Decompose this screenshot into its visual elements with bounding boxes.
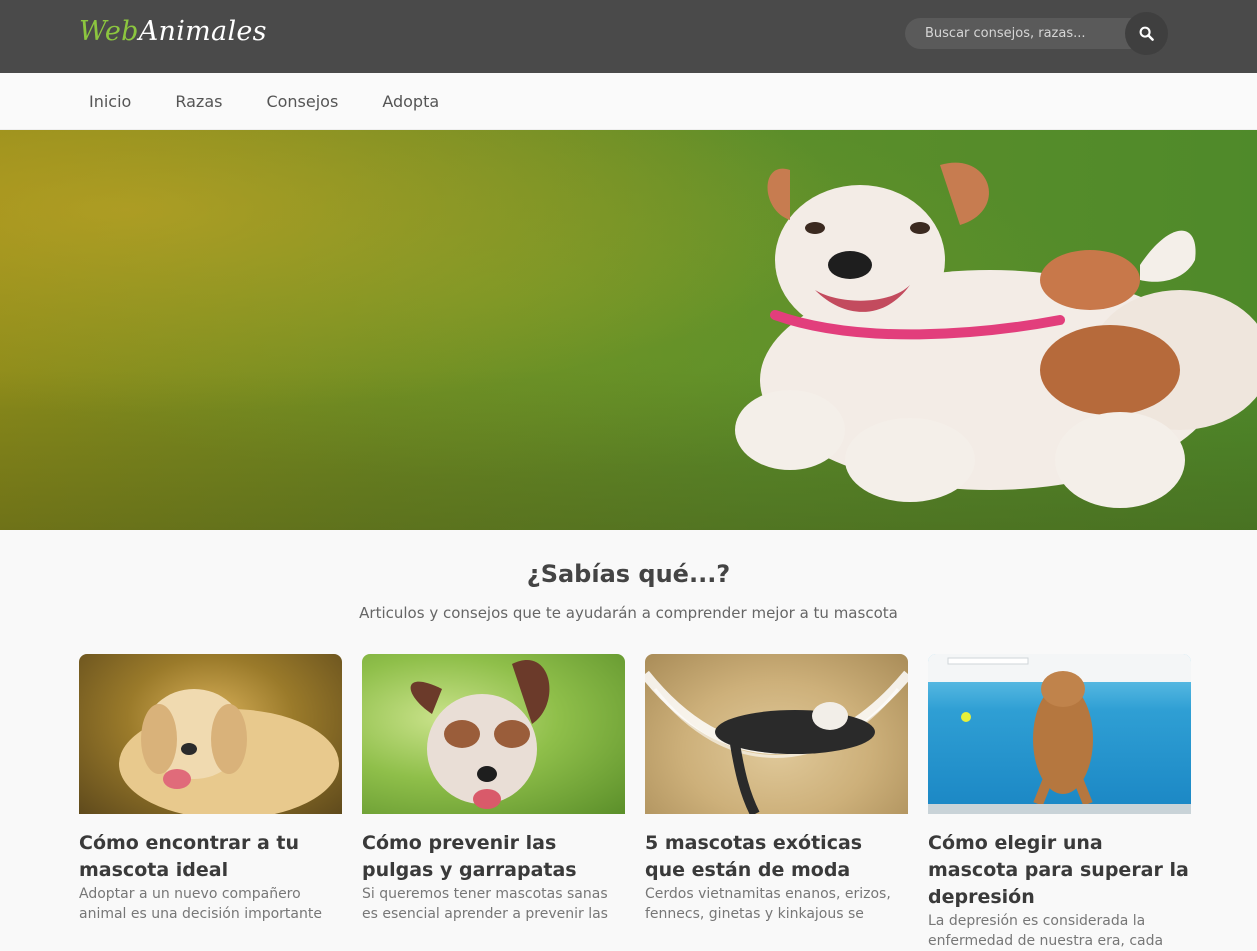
- card-image-jack-russell[interactable]: [362, 654, 625, 814]
- card-image-golden-retriever[interactable]: [79, 654, 342, 814]
- card-title[interactable]: Cómo elegir una mascota para superar la …: [928, 830, 1191, 911]
- search-button[interactable]: [1125, 12, 1168, 55]
- main-nav: Inicio Razas Consejos Adopta: [0, 73, 1257, 130]
- article-card[interactable]: Cómo elegir una mascota para superar la …: [928, 654, 1191, 951]
- articles-section: ¿Sabías qué...? Articulos y consejos que…: [0, 530, 1257, 622]
- card-image-dog-pool[interactable]: [928, 654, 1191, 814]
- hero-banner-image: [0, 130, 1257, 530]
- card-excerpt: La depresión es considerada la enfermeda…: [928, 913, 1164, 949]
- search-box: [905, 12, 1168, 55]
- card-title[interactable]: 5 mascotas exóticas que están de moda: [645, 830, 908, 884]
- nav-item-consejos[interactable]: Consejos: [266, 92, 338, 111]
- article-card[interactable]: 5 mascotas exóticas que están de moda Ce…: [645, 654, 908, 951]
- logo-animales-text: Animales: [138, 16, 267, 47]
- article-card[interactable]: Cómo prevenir las pulgas y garrapatas Si…: [362, 654, 625, 951]
- top-bar: WebAnimales: [0, 0, 1257, 73]
- nav-item-inicio[interactable]: Inicio: [89, 92, 131, 111]
- card-image-ferret-hammock[interactable]: [645, 654, 908, 814]
- nav-item-razas[interactable]: Razas: [175, 92, 222, 111]
- logo-web-text: Web: [79, 16, 139, 47]
- nav-item-adopta[interactable]: Adopta: [382, 92, 439, 111]
- card-excerpt: Cerdos vietnamitas enanos, erizos, fenne…: [645, 886, 891, 922]
- card-excerpt: Adoptar a un nuevo compañero animal es u…: [79, 886, 322, 922]
- card-title[interactable]: Cómo prevenir las pulgas y garrapatas: [362, 830, 625, 884]
- card-title[interactable]: Cómo encontrar a tu mascota ideal: [79, 830, 342, 884]
- site-logo[interactable]: WebAnimales: [79, 16, 267, 47]
- article-cards: Cómo encontrar a tu mascota ideal Adopta…: [79, 654, 1191, 951]
- card-excerpt: Si queremos tener mascotas sanas es esen…: [362, 886, 608, 922]
- running-dog-illustration: [735, 162, 1257, 508]
- section-subtitle: Articulos y consejos que te ayudarán a c…: [359, 604, 898, 622]
- section-title: ¿Sabías qué...?: [526, 560, 731, 588]
- article-card[interactable]: Cómo encontrar a tu mascota ideal Adopta…: [79, 654, 342, 951]
- search-input[interactable]: [905, 18, 1145, 49]
- search-icon: [1139, 26, 1154, 41]
